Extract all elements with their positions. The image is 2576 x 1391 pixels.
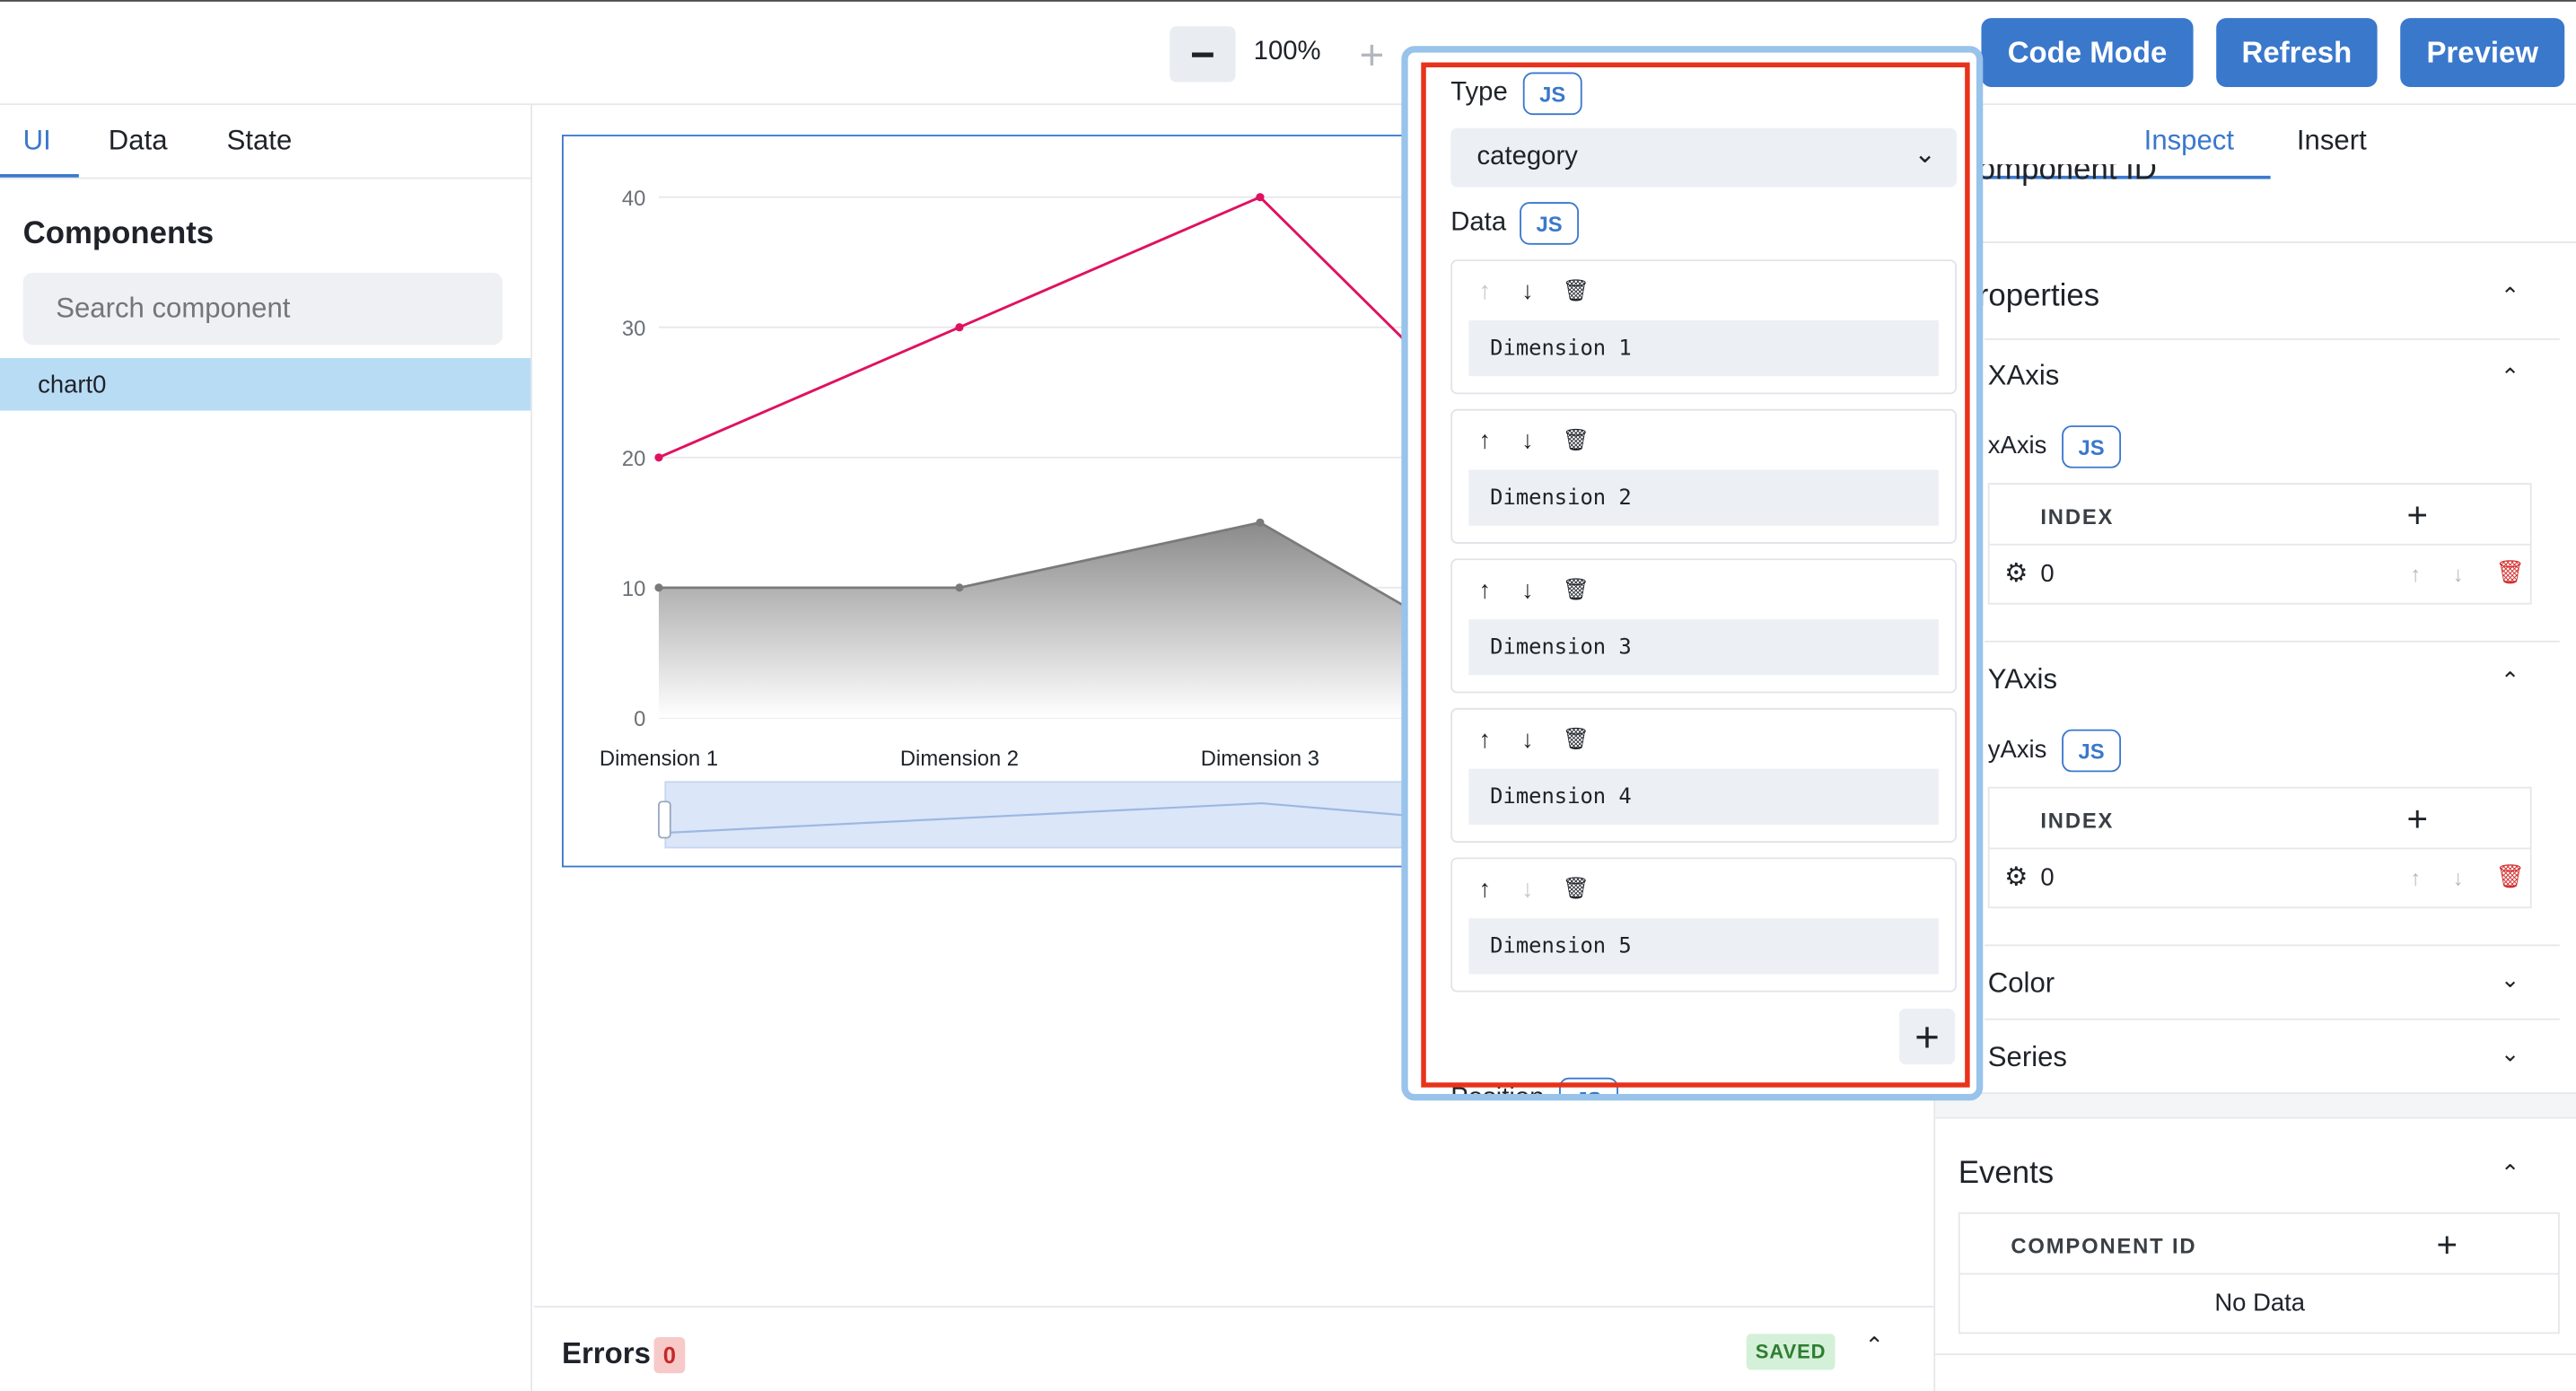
- move-down-icon[interactable]: ↓: [2453, 866, 2464, 890]
- line-series-point: [955, 323, 964, 332]
- zoom-out-button[interactable]: −: [1170, 26, 1236, 83]
- tab-ui[interactable]: UI: [23, 125, 51, 158]
- divider: [1985, 1018, 2560, 1020]
- tab-inspect[interactable]: Inspect: [2144, 125, 2234, 158]
- errors-bar: Errors 0 SAVED ⌃: [533, 1306, 1934, 1391]
- area-series-point: [654, 583, 663, 592]
- xaxis-label: xAxis: [1987, 432, 2047, 460]
- preview-button[interactable]: Preview: [2400, 18, 2565, 88]
- table-cell: 0: [2040, 560, 2055, 589]
- empty-state: No Data: [2214, 1289, 2306, 1317]
- tab-divider: [0, 177, 533, 179]
- area-series-fill: [658, 522, 1418, 718]
- chevron-up-icon[interactable]: ⌃: [1865, 1332, 1884, 1360]
- component-id-title: omponent ID: [1977, 164, 2157, 188]
- move-up-icon[interactable]: ↑: [2410, 562, 2421, 586]
- section-gap: [1935, 1094, 2576, 1117]
- zoom-in-button[interactable]: +: [1339, 26, 1405, 82]
- move-down-icon[interactable]: ↓: [2453, 562, 2464, 586]
- divider: [1959, 1273, 2560, 1275]
- divider: [1935, 1116, 2576, 1119]
- color-title[interactable]: Color: [1988, 967, 2055, 1001]
- line-series-point: [1256, 193, 1265, 202]
- table-header: COMPONENT ID: [2011, 1233, 2197, 1259]
- divider: [1989, 543, 2532, 546]
- chevron-down-icon[interactable]: ⌄: [2501, 1040, 2519, 1068]
- xaxis-js-toggle[interactable]: JS: [2062, 425, 2122, 468]
- divider: [1935, 241, 2576, 243]
- table-header: INDEX: [2040, 503, 2115, 529]
- gear-icon[interactable]: ⚙: [2004, 557, 2028, 591]
- events-title: Events: [1958, 1156, 2055, 1192]
- divider: [1935, 1353, 2576, 1356]
- tab-insert[interactable]: Insert: [2297, 125, 2367, 158]
- divider: [1985, 338, 2560, 340]
- add-icon[interactable]: +: [2407, 799, 2429, 842]
- trash-icon[interactable]: 🗑: [2495, 558, 2525, 586]
- chevron-up-icon[interactable]: ⌃: [2501, 363, 2519, 391]
- events-table: COMPONENT ID + No Data: [1958, 1212, 2560, 1334]
- search-component-input[interactable]: [22, 272, 504, 346]
- table-header: INDEX: [2040, 808, 2115, 834]
- code-mode-button[interactable]: Code Mode: [1981, 18, 2194, 88]
- refresh-button[interactable]: Refresh: [2216, 18, 2378, 88]
- properties-title: roperties: [1977, 279, 2100, 314]
- chart-component[interactable]: 0 10 20 30 40 Dimension 1 Dimension 2 Dimension…: [561, 135, 1423, 868]
- active-tab-indicator: [0, 174, 79, 178]
- chart-svg: 0 10 20 30 40 Dimension 1 Dimension 2 Dimension…: [600, 187, 1423, 849]
- xaxis-title: XAxis: [1987, 359, 2060, 391]
- top-toolbar: − 100% + Code Mode Refresh Preview: [0, 0, 2576, 106]
- chevron-up-icon[interactable]: ⌃: [2501, 283, 2519, 311]
- yaxis-table: INDEX + ⚙ 0 ↑ ↓ 🗑: [1987, 786, 2532, 909]
- axis-data-popover: Type JS category ⌄ Data JS ↑ ↓ 🗑 Dimensi…: [1401, 46, 1984, 1101]
- line-series-point: [654, 453, 663, 462]
- chevron-up-icon[interactable]: ⌃: [2501, 667, 2519, 695]
- yaxis-label: yAxis: [1987, 736, 2047, 765]
- divider: [1989, 847, 2532, 850]
- divider: [1985, 640, 2560, 643]
- components-title: Components: [22, 216, 215, 252]
- y-tick-label: 0: [634, 707, 645, 731]
- saved-badge: SAVED: [1746, 1334, 1836, 1370]
- gear-icon[interactable]: ⚙: [2004, 861, 2028, 894]
- y-tick-label: 40: [622, 187, 645, 211]
- highlight-frame: [1421, 62, 1970, 1088]
- area-series-point: [1256, 518, 1265, 527]
- move-up-icon[interactable]: ↑: [2410, 866, 2421, 890]
- left-panel: UI Data State Components chart0: [0, 105, 533, 1391]
- y-tick-label: 30: [622, 317, 645, 341]
- yaxis-js-toggle[interactable]: JS: [2062, 729, 2122, 773]
- yaxis-title: YAxis: [1987, 663, 2058, 696]
- chevron-up-icon[interactable]: ⌃: [2501, 1159, 2519, 1187]
- x-tick-label: Dimension 3: [1201, 747, 1319, 771]
- divider: [1985, 944, 2560, 947]
- x-tick-label: Dimension 2: [900, 747, 1019, 771]
- x-tick-label: Dimension 1: [600, 747, 718, 771]
- add-icon[interactable]: +: [2436, 1224, 2458, 1267]
- add-icon[interactable]: +: [2407, 494, 2429, 538]
- chevron-down-icon[interactable]: ⌄: [2501, 966, 2519, 993]
- tab-state[interactable]: State: [227, 125, 293, 158]
- tab-data[interactable]: Data: [109, 125, 168, 158]
- trash-icon[interactable]: 🗑: [2495, 862, 2525, 890]
- right-panel: Inspect Insert omponent ID roperties ⌃ X…: [1933, 105, 2576, 1391]
- zoom-level: 100%: [1253, 38, 1321, 66]
- errors-count-badge: 0: [653, 1336, 686, 1374]
- table-cell: 0: [2040, 863, 2055, 892]
- y-tick-label: 20: [622, 447, 645, 471]
- zoom-slider-handle: [658, 800, 671, 839]
- errors-label: Errors: [561, 1336, 651, 1370]
- component-item-chart0[interactable]: chart0: [0, 358, 531, 411]
- series-title[interactable]: Series: [1988, 1041, 2067, 1074]
- xaxis-table: INDEX + ⚙ 0 ↑ ↓ 🗑: [1987, 483, 2532, 605]
- area-series-point: [955, 583, 964, 592]
- y-tick-label: 10: [622, 577, 645, 601]
